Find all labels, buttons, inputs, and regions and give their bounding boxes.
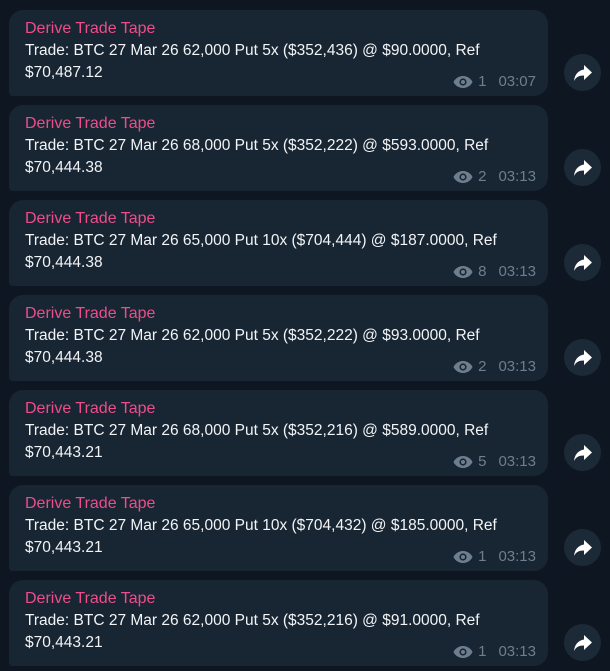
message-bubble[interactable]: Derive Trade Tape Trade: BTC 27 Mar 26 6…	[9, 580, 548, 666]
message-row: Derive Trade Tape Trade: BTC 27 Mar 26 6…	[0, 200, 610, 286]
eye-icon	[453, 171, 473, 183]
sender-name[interactable]: Derive Trade Tape	[25, 113, 534, 135]
sender-name[interactable]: Derive Trade Tape	[25, 303, 534, 325]
view-count: 8	[478, 263, 487, 280]
message-meta: 2 03:13	[453, 168, 536, 186]
share-button[interactable]	[564, 529, 601, 566]
message-text: Trade: BTC 27 Mar 26 65,000 Put 10x ($70…	[25, 517, 497, 556]
eye-icon	[453, 361, 473, 373]
message-time: 03:13	[498, 168, 536, 185]
eye-icon	[453, 76, 473, 88]
message-meta: 1 03:13	[453, 548, 536, 566]
bubble-tail	[10, 179, 22, 191]
message-bubble[interactable]: Derive Trade Tape Trade: BTC 27 Mar 26 6…	[9, 105, 548, 191]
bubble-tail	[10, 464, 22, 476]
bubble-tail	[10, 369, 22, 381]
message-text: Trade: BTC 27 Mar 26 68,000 Put 5x ($352…	[25, 422, 489, 461]
bubble-tail	[10, 274, 22, 286]
eye-icon	[453, 551, 473, 563]
message-time: 03:07	[498, 73, 536, 90]
message-time: 03:13	[498, 548, 536, 565]
sender-name[interactable]: Derive Trade Tape	[25, 208, 534, 230]
share-button[interactable]	[564, 624, 601, 661]
share-button[interactable]	[564, 149, 601, 186]
bubble-tail	[10, 84, 22, 96]
bubble-tail	[10, 654, 22, 666]
message-row: Derive Trade Tape Trade: BTC 27 Mar 26 6…	[0, 390, 610, 476]
message-text: Trade: BTC 27 Mar 26 62,000 Put 5x ($352…	[25, 327, 480, 366]
view-count: 1	[478, 643, 487, 660]
share-button[interactable]	[564, 54, 601, 91]
sender-name[interactable]: Derive Trade Tape	[25, 398, 534, 420]
message-bubble[interactable]: Derive Trade Tape Trade: BTC 27 Mar 26 6…	[9, 295, 548, 381]
message-meta: 5 03:13	[453, 453, 536, 471]
message-bubble[interactable]: Derive Trade Tape Trade: BTC 27 Mar 26 6…	[9, 485, 548, 571]
message-meta: 1 03:13	[453, 643, 536, 661]
message-time: 03:13	[498, 643, 536, 660]
message-row: Derive Trade Tape Trade: BTC 27 Mar 26 6…	[0, 105, 610, 191]
message-text: Trade: BTC 27 Mar 26 62,000 Put 5x ($352…	[25, 42, 480, 81]
message-text: Trade: BTC 27 Mar 26 65,000 Put 10x ($70…	[25, 232, 497, 271]
share-arrow-icon	[573, 64, 592, 81]
message-time: 03:13	[498, 263, 536, 280]
message-time: 03:13	[498, 453, 536, 470]
view-count: 1	[478, 73, 487, 90]
sender-name[interactable]: Derive Trade Tape	[25, 18, 534, 40]
message-bubble[interactable]: Derive Trade Tape Trade: BTC 27 Mar 26 6…	[9, 10, 548, 96]
share-arrow-icon	[573, 539, 592, 556]
message-meta: 2 03:13	[453, 358, 536, 376]
message-row: Derive Trade Tape Trade: BTC 27 Mar 26 6…	[0, 10, 610, 96]
sender-name[interactable]: Derive Trade Tape	[25, 588, 534, 610]
share-arrow-icon	[573, 444, 592, 461]
view-count: 5	[478, 453, 487, 470]
view-count: 2	[478, 358, 487, 375]
message-row: Derive Trade Tape Trade: BTC 27 Mar 26 6…	[0, 295, 610, 381]
message-text: Trade: BTC 27 Mar 26 62,000 Put 5x ($352…	[25, 612, 480, 651]
eye-icon	[453, 646, 473, 658]
share-button[interactable]	[564, 244, 601, 281]
message-bubble[interactable]: Derive Trade Tape Trade: BTC 27 Mar 26 6…	[9, 390, 548, 476]
eye-icon	[453, 266, 473, 278]
eye-icon	[453, 456, 473, 468]
message-meta: 8 03:13	[453, 263, 536, 281]
message-time: 03:13	[498, 358, 536, 375]
share-arrow-icon	[573, 349, 592, 366]
sender-name[interactable]: Derive Trade Tape	[25, 493, 534, 515]
share-arrow-icon	[573, 254, 592, 271]
share-button[interactable]	[564, 339, 601, 376]
share-arrow-icon	[573, 634, 592, 651]
view-count: 1	[478, 548, 487, 565]
share-arrow-icon	[573, 159, 592, 176]
message-row: Derive Trade Tape Trade: BTC 27 Mar 26 6…	[0, 485, 610, 571]
view-count: 2	[478, 168, 487, 185]
message-bubble[interactable]: Derive Trade Tape Trade: BTC 27 Mar 26 6…	[9, 200, 548, 286]
message-text: Trade: BTC 27 Mar 26 68,000 Put 5x ($352…	[25, 137, 489, 176]
message-row: Derive Trade Tape Trade: BTC 27 Mar 26 6…	[0, 580, 610, 666]
message-feed[interactable]: Derive Trade Tape Trade: BTC 27 Mar 26 6…	[0, 0, 610, 671]
bubble-tail	[10, 559, 22, 571]
share-button[interactable]	[564, 434, 601, 471]
message-meta: 1 03:07	[453, 73, 536, 91]
